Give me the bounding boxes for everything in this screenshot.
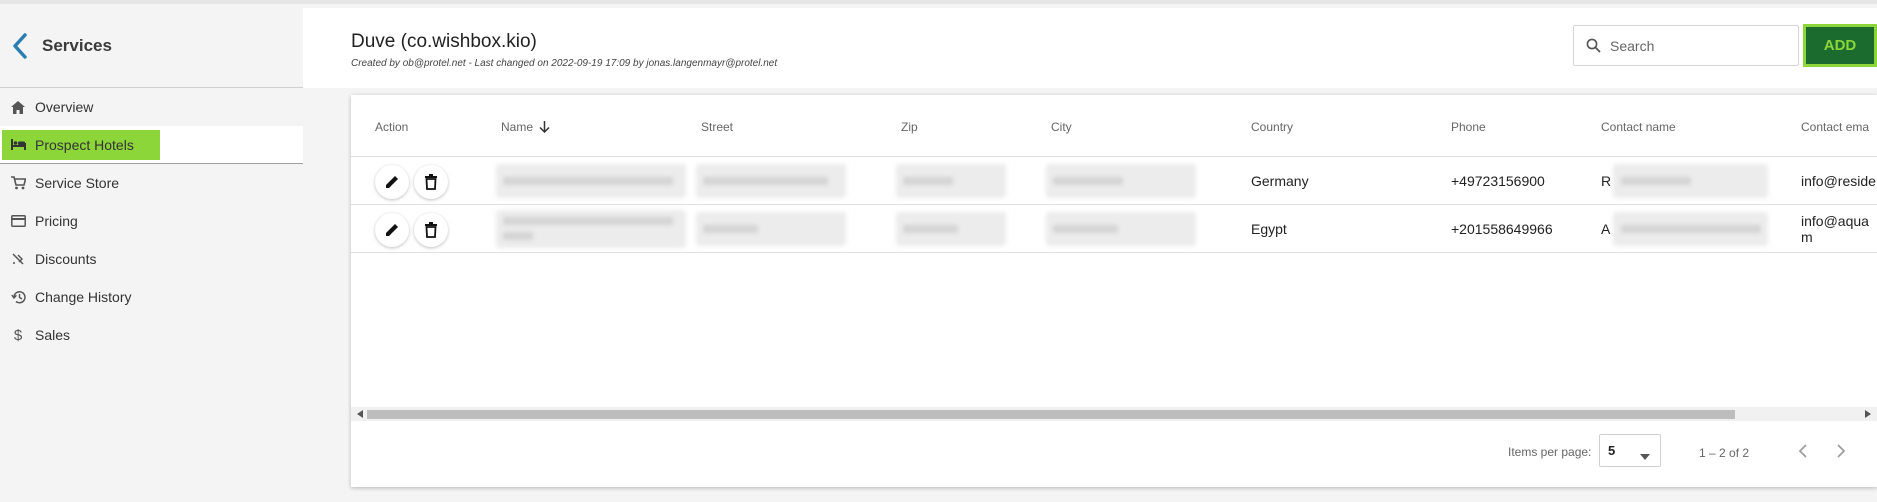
search-icon xyxy=(1586,38,1602,54)
sidebar-item-change-history[interactable]: Change History xyxy=(0,278,303,316)
cell-country: Egypt xyxy=(1251,221,1287,237)
items-per-page-value: 5 xyxy=(1608,443,1616,458)
sidebar-item-label: Prospect Hotels xyxy=(35,136,134,153)
sidebar-item-pricing[interactable]: Pricing xyxy=(0,202,303,240)
chevron-left-icon xyxy=(1798,444,1807,458)
trash-icon xyxy=(425,174,437,190)
chevron-right-icon xyxy=(1836,444,1845,458)
add-button[interactable]: ADD xyxy=(1806,27,1874,64)
redacted-text xyxy=(503,232,533,240)
home-icon xyxy=(10,99,26,115)
pencil-icon xyxy=(386,176,398,188)
redacted-text xyxy=(503,177,673,185)
prospect-hotels-table: Action Name Street Zip City Country Phon… xyxy=(351,95,1877,487)
sort-arrow-down-icon xyxy=(539,121,551,134)
page-subtitle: Created by ob@protel.net - Last changed … xyxy=(351,58,778,69)
redacted-text xyxy=(1053,225,1118,233)
dollar-icon: $ xyxy=(13,326,23,344)
search-input[interactable] xyxy=(1610,37,1780,54)
column-header-name[interactable]: Name xyxy=(501,120,551,134)
sidebar-item-sales[interactable]: $ Sales xyxy=(0,316,303,354)
column-header-contact-name[interactable]: Contact name xyxy=(1601,120,1676,134)
history-icon xyxy=(10,289,26,305)
delete-button[interactable] xyxy=(414,213,448,247)
search-box xyxy=(1573,25,1799,66)
sidebar-item-label: Sales xyxy=(35,327,71,343)
edit-button[interactable] xyxy=(375,165,409,199)
sidebar-item-label: Discounts xyxy=(35,251,97,267)
cell-contact-email: info@reside xyxy=(1801,173,1876,189)
horizontal-scrollbar[interactable] xyxy=(351,407,1877,421)
redacted-text xyxy=(903,225,958,233)
redacted-text xyxy=(1621,225,1761,233)
column-header-country[interactable]: Country xyxy=(1251,120,1293,134)
pagination-range: 1 – 2 of 2 xyxy=(1699,446,1750,460)
back-arrow-icon[interactable] xyxy=(12,31,32,61)
redacted-name xyxy=(496,210,686,248)
sidebar: Services Overview Prospect Hotels Servic… xyxy=(0,4,303,502)
cell-contact-email: info@aqua m xyxy=(1801,213,1869,245)
sidebar-nav: Overview Prospect Hotels Service Store P… xyxy=(0,88,303,354)
pencil-icon xyxy=(386,224,398,236)
sidebar-item-label: Overview xyxy=(35,99,94,115)
cell-contact-name: R xyxy=(1601,173,1612,189)
column-header-action: Action xyxy=(375,120,409,134)
cell-phone: +49723156900 xyxy=(1451,173,1545,189)
column-header-zip[interactable]: Zip xyxy=(901,120,918,134)
scroll-right-arrow-icon[interactable] xyxy=(1863,409,1873,419)
redacted-text xyxy=(903,177,953,185)
previous-page-button[interactable] xyxy=(1792,441,1812,461)
column-header-city[interactable]: City xyxy=(1051,120,1072,134)
row-actions xyxy=(375,213,448,247)
row-actions xyxy=(375,165,448,199)
sidebar-item-service-store[interactable]: Service Store xyxy=(0,164,303,202)
shopping-cart-icon xyxy=(10,175,26,191)
email-line: m xyxy=(1801,229,1813,245)
hotel-bed-icon xyxy=(10,137,26,153)
items-per-page-label: Items per page: xyxy=(1508,445,1592,459)
redacted-text xyxy=(1053,177,1123,185)
column-header-label: Name xyxy=(501,120,534,134)
redacted-text xyxy=(703,177,828,185)
scrollbar-thumb[interactable] xyxy=(367,410,1735,419)
sidebar-item-label: Pricing xyxy=(35,213,78,229)
dropdown-caret-icon xyxy=(1640,448,1650,460)
sidebar-item-label: Service Store xyxy=(35,175,120,191)
sidebar-title: Services xyxy=(42,35,112,55)
table-row: Germany +49723156900 R info@reside xyxy=(351,157,1877,205)
column-header-street[interactable]: Street xyxy=(701,120,733,134)
scroll-left-arrow-icon[interactable] xyxy=(355,409,365,419)
sidebar-item-label: Change History xyxy=(35,289,132,305)
discount-icon xyxy=(10,251,26,267)
sidebar-item-overview[interactable]: Overview xyxy=(0,88,303,126)
sidebar-item-discounts[interactable]: Discounts xyxy=(0,240,303,278)
cell-phone: +201558649966 xyxy=(1451,221,1553,237)
next-page-button[interactable] xyxy=(1831,441,1851,461)
credit-card-icon xyxy=(10,213,26,229)
redacted-text xyxy=(703,225,758,233)
table-header: Action Name Street Zip City Country Phon… xyxy=(351,95,1877,157)
add-button-outline: ADD xyxy=(1803,24,1877,67)
table-row: Egypt +201558649966 A info@aqua m xyxy=(351,205,1877,253)
page-title: Duve (co.wishbox.kio) xyxy=(351,31,537,52)
items-per-page-select[interactable]: 5 xyxy=(1599,434,1661,467)
email-line: info@aqua xyxy=(1801,213,1869,229)
delete-button[interactable] xyxy=(414,165,448,199)
trash-icon xyxy=(425,222,437,238)
column-header-phone[interactable]: Phone xyxy=(1451,120,1486,134)
redacted-text xyxy=(1621,177,1691,185)
redacted-text xyxy=(503,217,673,225)
edit-button[interactable] xyxy=(375,213,409,247)
sidebar-header: Services xyxy=(0,4,303,88)
sidebar-item-prospect-hotels[interactable]: Prospect Hotels xyxy=(0,126,303,164)
cell-country: Germany xyxy=(1251,173,1309,189)
page-header: Duve (co.wishbox.kio) Created by ob@prot… xyxy=(303,8,1877,88)
column-header-contact-email[interactable]: Contact ema xyxy=(1801,120,1869,134)
cell-contact-name: A xyxy=(1601,221,1611,237)
